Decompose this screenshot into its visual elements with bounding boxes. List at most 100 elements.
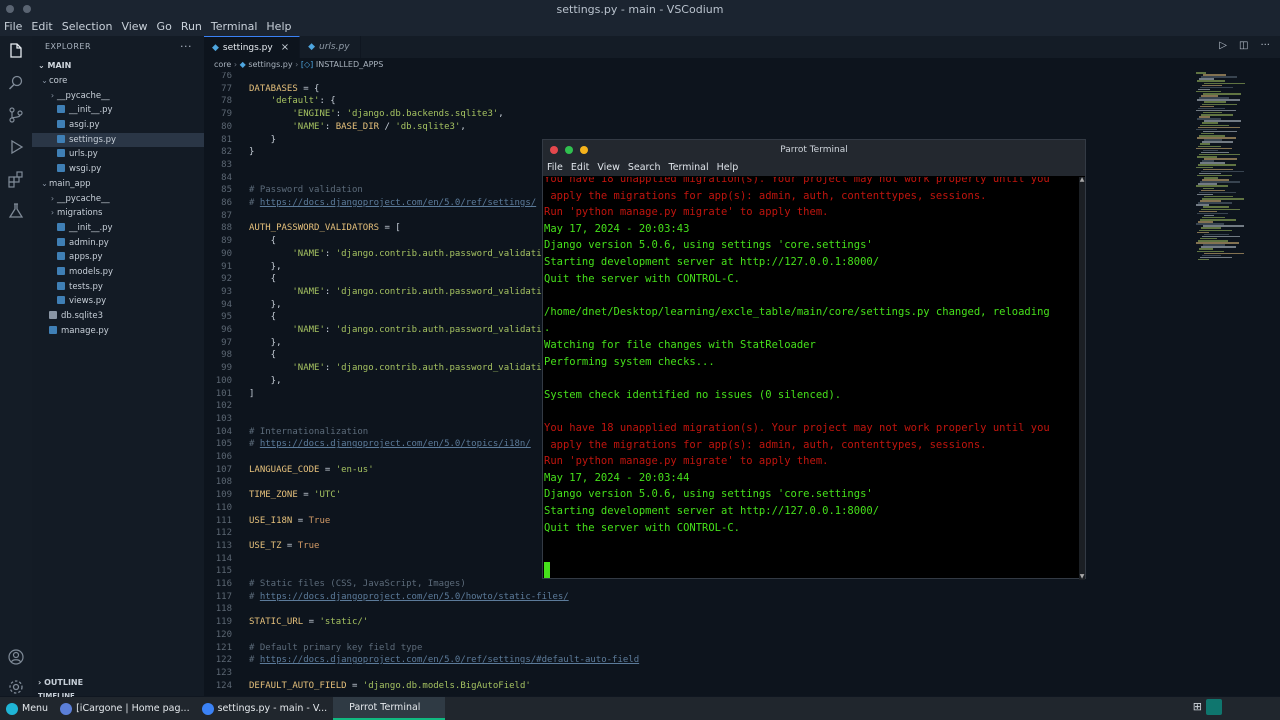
code-line[interactable]: 121 # Default primary key field type <box>204 642 423 655</box>
tab-urls[interactable]: ◆ urls.py <box>300 36 361 58</box>
tree-item[interactable]: › __pycache__ <box>32 192 204 207</box>
code-line[interactable]: 88 AUTH_PASSWORD_VALIDATORS = [ <box>204 222 401 235</box>
tree-item[interactable]: db.sqlite3 <box>32 309 204 324</box>
menu-file[interactable]: File <box>4 20 22 36</box>
tree-item[interactable]: ⌄core <box>32 74 204 89</box>
run-debug-icon[interactable] <box>7 138 25 156</box>
taskbar-item-browser[interactable]: [iCargone | Home pag... <box>54 697 196 720</box>
code-line[interactable]: 92 { <box>204 273 276 286</box>
code-line[interactable]: 79 'ENGINE': 'django.db.backends.sqlite3… <box>204 108 504 121</box>
breadcrumb-symbol[interactable]: INSTALLED_APPS <box>316 60 384 69</box>
code-line[interactable]: 98 { <box>204 349 276 362</box>
terminal-output[interactable]: You have 18 unapplied migration(s). Your… <box>543 177 1081 580</box>
tree-item[interactable]: › migrations <box>32 206 204 221</box>
terminal-titlebar[interactable]: Parrot Terminal <box>543 140 1085 160</box>
tray-app-icon[interactable] <box>1206 699 1222 715</box>
code-line[interactable]: 77 DATABASES = { <box>204 83 319 96</box>
code-line[interactable]: 105 # https://docs.djangoproject.com/en/5… <box>204 438 531 451</box>
code-line[interactable]: 103 <box>204 413 249 426</box>
term-menu-file[interactable]: File <box>547 160 563 176</box>
code-line[interactable]: 87 <box>204 210 249 223</box>
term-menu-edit[interactable]: Edit <box>571 160 589 176</box>
more-actions-icon[interactable]: ··· <box>1260 40 1270 51</box>
code-line[interactable]: 112 <box>204 527 249 540</box>
more-actions-icon[interactable]: ··· <box>180 36 192 58</box>
code-line[interactable]: 107 LANGUAGE_CODE = 'en-us' <box>204 464 374 477</box>
tree-item[interactable]: views.py <box>32 294 204 309</box>
testing-icon[interactable] <box>7 202 25 220</box>
tree-item[interactable]: tests.py <box>32 280 204 295</box>
menu-edit[interactable]: Edit <box>31 20 52 36</box>
tree-item[interactable]: urls.py <box>32 147 204 162</box>
code-line[interactable]: 114 <box>204 553 249 566</box>
code-line[interactable]: 85 # Password validation <box>204 184 363 197</box>
code-line[interactable]: 82} <box>204 146 254 159</box>
term-menu-help[interactable]: Help <box>717 160 739 176</box>
gear-icon[interactable] <box>7 678 25 696</box>
window-dot-icon[interactable] <box>6 5 14 13</box>
code-line[interactable]: 100 }, <box>204 375 282 388</box>
menu-run[interactable]: Run <box>181 20 202 36</box>
code-line[interactable]: 111 USE_I18N = True <box>204 515 331 528</box>
code-line[interactable]: 89 { <box>204 235 276 248</box>
taskbar-item-vscodium[interactable]: settings.py - main - V... <box>196 697 334 720</box>
code-line[interactable]: 86 # https://docs.djangoproject.com/en/5.… <box>204 197 536 210</box>
tree-item[interactable]: models.py <box>32 265 204 280</box>
scroll-down-icon[interactable]: ▼ <box>1079 574 1085 580</box>
term-menu-search[interactable]: Search <box>628 160 661 176</box>
split-editor-icon[interactable]: ◫ <box>1239 40 1248 51</box>
close-icon[interactable] <box>550 146 558 154</box>
menu-go[interactable]: Go <box>157 20 172 36</box>
minimize-icon[interactable] <box>580 146 588 154</box>
maximize-icon[interactable] <box>565 146 573 154</box>
code-line[interactable]: 113 USE_TZ = True <box>204 540 320 553</box>
extensions-icon[interactable] <box>7 170 25 188</box>
breadcrumb-folder[interactable]: core <box>214 60 231 69</box>
breadcrumb-file[interactable]: settings.py <box>248 60 292 69</box>
tree-item[interactable]: __init__.py <box>32 103 204 118</box>
code-line[interactable]: 102 <box>204 400 249 413</box>
tree-item[interactable]: apps.py <box>32 250 204 265</box>
code-line[interactable]: 97 }, <box>204 337 281 350</box>
code-line[interactable]: 83 <box>204 159 249 172</box>
menu-help[interactable]: Help <box>266 20 291 36</box>
minimap[interactable] <box>1196 72 1256 272</box>
search-icon[interactable] <box>7 74 25 92</box>
tree-item[interactable]: admin.py <box>32 236 204 251</box>
code-line[interactable]: 116 # Static files (CSS, JavaScript, Imag… <box>204 578 466 591</box>
menu-view[interactable]: View <box>121 20 147 36</box>
tree-item[interactable]: asgi.py <box>32 118 204 133</box>
code-line[interactable]: 122 # https://docs.djangoproject.com/en/5… <box>204 654 639 667</box>
term-menu-view[interactable]: View <box>597 160 620 176</box>
code-line[interactable]: 123 <box>204 667 249 680</box>
tree-item[interactable]: › __pycache__ <box>32 89 204 104</box>
term-menu-terminal[interactable]: Terminal <box>669 160 709 176</box>
source-control-icon[interactable] <box>7 106 25 124</box>
scroll-up-icon[interactable]: ▲ <box>1079 177 1085 183</box>
code-line[interactable]: 115 <box>204 565 249 578</box>
code-line[interactable]: 84 <box>204 172 249 185</box>
code-line[interactable]: 118 <box>204 603 249 616</box>
code-line[interactable]: 76 <box>204 72 249 83</box>
tree-item[interactable]: ⌄main_app <box>32 177 204 192</box>
tab-settings[interactable]: ◆ settings.py × <box>204 36 301 59</box>
tree-item[interactable]: manage.py <box>32 324 204 339</box>
taskbar-item-terminal[interactable]: Parrot Terminal <box>333 697 446 720</box>
terminal-window[interactable]: Parrot Terminal File Edit View Search Te… <box>542 139 1086 580</box>
tree-item[interactable]: wsgi.py <box>32 162 204 177</box>
tree-item[interactable]: settings.py <box>32 132 204 148</box>
menu-terminal[interactable]: Terminal <box>211 20 258 36</box>
network-icon[interactable]: ⊞ <box>1193 700 1202 713</box>
window-dot-icon[interactable] <box>23 5 31 13</box>
code-line[interactable]: 91 }, <box>204 261 281 274</box>
code-line[interactable]: 117 # https://docs.djangoproject.com/en/5… <box>204 591 569 604</box>
close-icon[interactable]: × <box>281 37 289 59</box>
code-line[interactable]: 108 <box>204 476 249 489</box>
code-line[interactable]: 109 TIME_ZONE = 'UTC' <box>204 489 341 502</box>
code-line[interactable]: 81 } <box>204 134 276 147</box>
terminal-scrollbar[interactable]: ▲ ▼ <box>1079 177 1085 580</box>
menu-selection[interactable]: Selection <box>62 20 113 36</box>
outline-section[interactable]: › OUTLINE <box>32 676 204 690</box>
account-icon[interactable] <box>7 648 25 666</box>
start-menu-button[interactable]: Menu <box>0 697 54 720</box>
